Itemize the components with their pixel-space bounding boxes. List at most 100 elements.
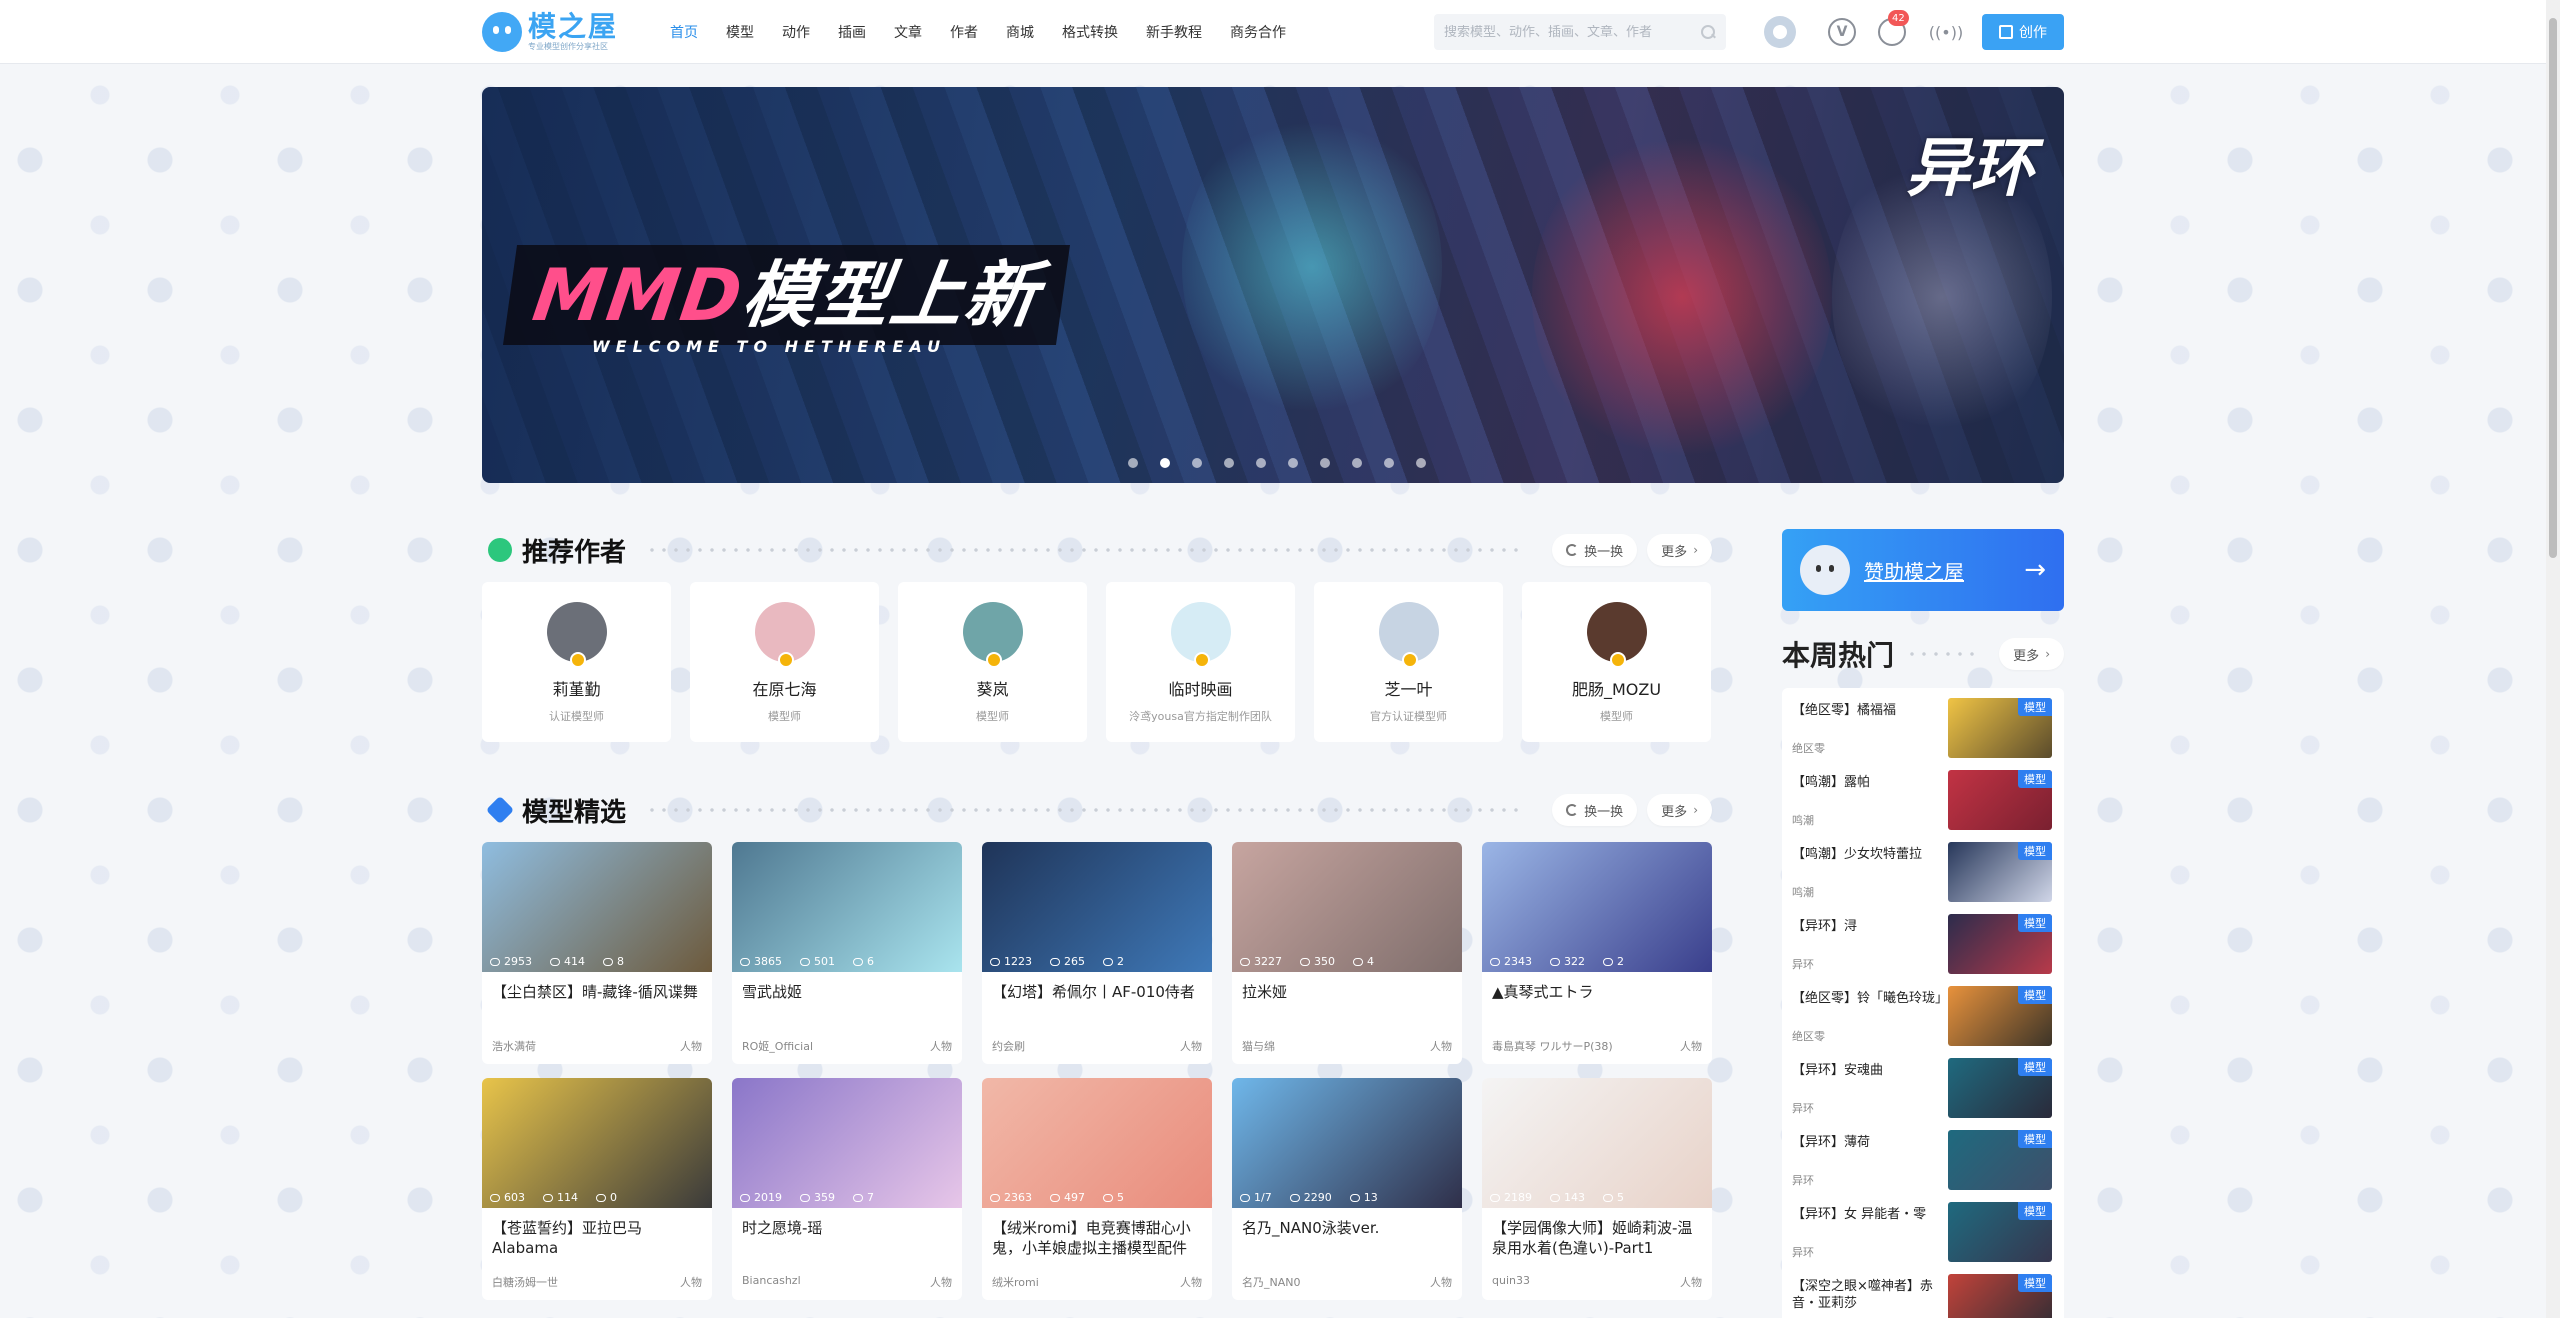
author-card[interactable]: 在原七海 模型师 xyxy=(690,582,879,742)
model-tag: 模型 xyxy=(2018,1274,2052,1292)
nav-item[interactable]: 作者 xyxy=(936,0,992,64)
model-card[interactable]: 1/7 2290 13 名乃_NAN0泳装ver. 名乃_NAN0 人物 xyxy=(1232,1078,1462,1300)
sponsor-banner[interactable]: 赞助模之屋 → xyxy=(1782,529,2064,611)
nav-item[interactable]: 商城 xyxy=(992,0,1048,64)
hot-item-category: 异环 xyxy=(1792,1246,1814,1259)
hot-list-item[interactable]: 【鸣潮】露帕 鸣潮 模型 xyxy=(1782,760,2064,832)
search-input[interactable] xyxy=(1444,24,1700,40)
hot-list-item[interactable]: 【绝区零】铃「曦色玲珑」 绝区零 模型 xyxy=(1782,976,2064,1048)
model-card[interactable]: 3865 501 6 雪武战姬 RO姬_Official 人物 xyxy=(732,842,962,1064)
comments-count: 4 xyxy=(1367,955,1374,968)
nav-item[interactable]: 格式转换 xyxy=(1048,0,1132,64)
comment-icon xyxy=(853,1193,863,1202)
scrollbar-thumb[interactable] xyxy=(2549,18,2557,558)
model-footer: 毒島真琴 ワルサーP(38) 人物 xyxy=(1492,1038,1702,1054)
banner-dot[interactable] xyxy=(1128,458,1138,468)
model-stats: 1223 265 2 xyxy=(990,955,1124,968)
like-icon xyxy=(543,1193,553,1202)
author-card[interactable]: 葵岚 模型师 xyxy=(898,582,1087,742)
model-author[interactable]: Biancashzl xyxy=(742,1274,801,1290)
live-broadcast-icon[interactable]: ((•)) xyxy=(1928,16,1964,48)
banner-dot[interactable] xyxy=(1416,458,1426,468)
comments-count: 2 xyxy=(1117,955,1124,968)
author-card[interactable]: 肥肠_MOZU 模型师 xyxy=(1522,582,1711,742)
vip-icon[interactable]: V xyxy=(1828,18,1856,46)
nav-item[interactable]: 文章 xyxy=(880,0,936,64)
model-author[interactable]: 白糖汤姆一世 xyxy=(492,1274,558,1290)
model-author[interactable]: RO姬_Official xyxy=(742,1038,813,1054)
eye-icon xyxy=(990,1193,1000,1202)
model-card[interactable]: 2019 359 7 时之愿境-瑶 Biancashzl 人物 xyxy=(732,1078,962,1300)
banner-dot[interactable] xyxy=(1192,458,1202,468)
model-card[interactable]: 2953 414 8 【尘白禁区】晴-藏锋-循风谍舞 浩水满荷 人物 xyxy=(482,842,712,1064)
hot-list-item[interactable]: 【鸣潮】少女坎特蕾拉 鸣潮 模型 xyxy=(1782,832,2064,904)
create-button[interactable]: 创作 xyxy=(1982,14,2064,50)
nav-item[interactable]: 动作 xyxy=(768,0,824,64)
refresh-authors-button[interactable]: 换一换 xyxy=(1552,534,1638,566)
model-author[interactable]: 约会刷 xyxy=(992,1038,1025,1054)
likes-count: 501 xyxy=(814,955,835,968)
author-card[interactable]: 芝一叶 官方认证模型师 xyxy=(1314,582,1503,742)
model-title: 时之愿境-瑶 xyxy=(742,1219,823,1237)
model-author[interactable]: quin33 xyxy=(1492,1274,1530,1290)
hero-banner[interactable]: MMD模型上新 WELCOME TO HETHEREAU 异环 xyxy=(482,87,2064,483)
site-logo[interactable]: 模之屋 专业模型创作分享社区 xyxy=(482,10,622,54)
author-avatar xyxy=(1170,602,1231,668)
more-authors-button[interactable]: 更多 › xyxy=(1647,534,1712,566)
more-hot-button[interactable]: 更多 › xyxy=(1999,638,2064,670)
banner-dot[interactable] xyxy=(1320,458,1330,468)
nav-item[interactable]: 新手教程 xyxy=(1132,0,1216,64)
hot-list-item[interactable]: 【绝区零】橘福福 绝区零 模型 xyxy=(1782,688,2064,760)
model-card[interactable]: 1223 265 2 【幻塔】希佩尔丨AF-010侍者 约会刷 人物 xyxy=(982,842,1212,1064)
author-role: 模型师 xyxy=(1600,710,1633,723)
model-tag: 模型 xyxy=(2018,1202,2052,1220)
nav-item[interactable]: 模型 xyxy=(712,0,768,64)
user-avatar-icon[interactable] xyxy=(1764,16,1796,48)
banner-dot[interactable] xyxy=(1288,458,1298,468)
views-stat: 1/7 xyxy=(1240,1191,1272,1204)
model-tag: 模型 xyxy=(2018,842,2052,860)
page-scrollbar[interactable] xyxy=(2546,0,2560,1318)
comments-count: 5 xyxy=(1617,1191,1624,1204)
views-stat: 603 xyxy=(490,1191,525,1204)
model-author[interactable]: 绒米romi xyxy=(992,1274,1039,1290)
author-card[interactable]: 莉堇勤 认证模型师 xyxy=(482,582,671,742)
banner-dot[interactable] xyxy=(1352,458,1362,468)
authors-section-title: 推荐作者 xyxy=(522,537,627,568)
model-category: 人物 xyxy=(1680,1276,1702,1289)
hot-list-item[interactable]: 【深空之眼×噬神者】赤音・亚莉莎 模型 xyxy=(1782,1264,2064,1318)
edit-icon xyxy=(1999,25,2013,39)
hot-list-item[interactable]: 【异环】薄荷 异环 模型 xyxy=(1782,1120,2064,1192)
model-card[interactable]: 2343 322 2 ▲真琴式エトラ 毒島真琴 ワルサーP(38) 人物 xyxy=(1482,842,1712,1064)
models-grid: 2953 414 8 【尘白禁区】晴-藏锋-循风谍舞 浩水满荷 人物 3865 501 6 雪武战… xyxy=(482,842,1714,1300)
views-stat: 2189 xyxy=(1490,1191,1532,1204)
model-author[interactable]: 浩水满荷 xyxy=(492,1038,536,1054)
search-box[interactable] xyxy=(1434,14,1726,50)
model-title: 【绒米romi】电竞赛博甜心小鬼，小羊娘虚拟主播模型配件 xyxy=(992,1219,1191,1257)
model-author[interactable]: 毒島真琴 ワルサーP(38) xyxy=(1492,1038,1613,1054)
search-icon[interactable] xyxy=(1700,24,1716,40)
author-card[interactable]: 临时映画 泠鸢yousa官方指定制作团队 xyxy=(1106,582,1295,742)
likes-count: 2290 xyxy=(1303,1191,1332,1204)
refresh-models-button[interactable]: 换一换 xyxy=(1552,794,1638,826)
hot-list-item[interactable]: 【异环】浔 异环 模型 xyxy=(1782,904,2064,976)
banner-dot[interactable] xyxy=(1256,458,1266,468)
banner-dot[interactable] xyxy=(1384,458,1394,468)
model-card[interactable]: 603 114 0 【苍蓝誓约】亚拉巴马Alabama 白糖汤姆一世 人物 xyxy=(482,1078,712,1300)
model-card[interactable]: 2189 143 5 【学园偶像大师】姬崎莉波-温泉用水着(色違い)-Part1 qui… xyxy=(1482,1078,1712,1300)
banner-dot[interactable] xyxy=(1224,458,1234,468)
model-author[interactable]: 猫与绵 xyxy=(1242,1038,1275,1054)
hot-list-item[interactable]: 【异环】女 异能者・零 异环 模型 xyxy=(1782,1192,2064,1264)
hot-list-item[interactable]: 【异环】安魂曲 异环 模型 xyxy=(1782,1048,2064,1120)
more-models-button[interactable]: 更多 › xyxy=(1647,794,1712,826)
comment-icon xyxy=(1353,957,1363,966)
nav-item[interactable]: 商务合作 xyxy=(1216,0,1300,64)
nav-item[interactable]: 插画 xyxy=(824,0,880,64)
model-author[interactable]: 名乃_NAN0 xyxy=(1242,1274,1300,1290)
banner-dot[interactable] xyxy=(1160,458,1170,468)
logo-mascot-icon xyxy=(482,12,522,52)
model-card[interactable]: 3227 350 4 拉米娅 猫与绵 人物 xyxy=(1232,842,1462,1064)
model-card[interactable]: 2363 497 5 【绒米romi】电竞赛博甜心小鬼，小羊娘虚拟主播模型配件 绒米ro… xyxy=(982,1078,1212,1300)
comments-count: 13 xyxy=(1363,1191,1378,1204)
nav-item[interactable]: 首页 xyxy=(656,0,712,64)
